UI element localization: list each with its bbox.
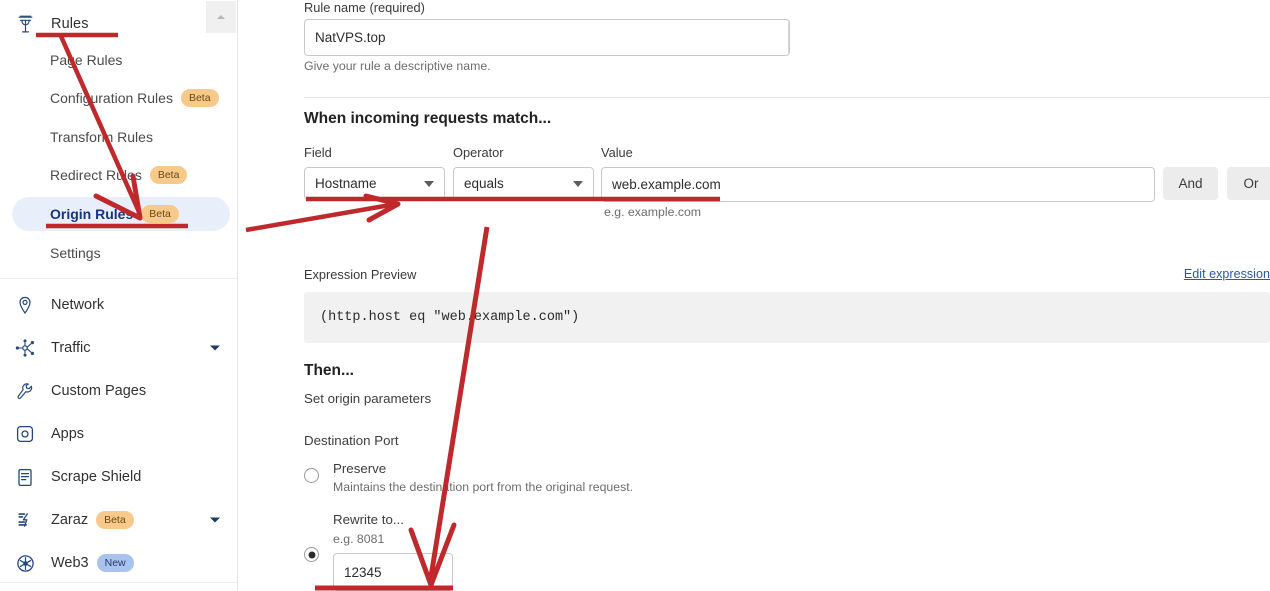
sidebar-item-custom-pages[interactable]: Custom Pages (0, 374, 237, 408)
edit-expression-link[interactable]: Edit expression (1184, 267, 1270, 281)
and-button[interactable]: And (1163, 167, 1218, 200)
sidebar-item-label: Zaraz (51, 512, 89, 528)
new-badge: New (96, 553, 134, 573)
preserve-radio[interactable] (304, 468, 319, 483)
rule-name-divider (788, 22, 789, 54)
preserve-label: Preserve (333, 461, 387, 476)
value-input[interactable] (601, 167, 1155, 202)
then-section-subtitle: Set origin parameters (304, 391, 432, 406)
chevron-down-icon[interactable] (210, 345, 220, 351)
field-select-value: Hostname (315, 176, 377, 191)
beta-badge: Beta (149, 165, 188, 185)
document-icon (12, 468, 38, 487)
expression-code: (http.host eq "web.example.com") (320, 310, 580, 325)
share-nodes-icon (12, 339, 38, 357)
sidebar-item-label: Network (51, 297, 105, 313)
expression-preview-box: (http.host eq "web.example.com") (304, 292, 1270, 343)
rule-name-label: Rule name (required) (304, 0, 425, 15)
sidebar-item-network[interactable]: Network (0, 288, 237, 322)
value-helper: e.g. example.com (604, 205, 702, 219)
sidebar-item-label: Origin Rules (50, 206, 134, 222)
chevron-down-icon (424, 180, 434, 187)
web3-icon (12, 554, 38, 573)
sidebar-item-label: Apps (51, 426, 85, 442)
value-label: Value (601, 145, 633, 160)
sidebar-header-label: Rules (51, 16, 89, 32)
preserve-description: Maintains the destination port from the … (333, 480, 634, 494)
sidebar-item-label: Custom Pages (51, 383, 147, 399)
section-divider-1 (304, 97, 1270, 98)
sidebar-item-label: Web3 (51, 555, 89, 571)
field-label: Field (304, 145, 332, 160)
zaraz-icon (12, 511, 38, 529)
sidebar-item-zaraz[interactable]: Zaraz Beta (0, 503, 237, 537)
destination-port-label: Destination Port (304, 433, 399, 448)
beta-badge: Beta (141, 204, 179, 224)
sidebar-item-label: Redirect Rules (50, 167, 142, 183)
field-select[interactable]: Hostname (304, 167, 445, 200)
rewrite-radio[interactable] (304, 547, 319, 562)
sidebar-item-label: Transform Rules (50, 129, 153, 145)
sidebar-item-page-rules[interactable]: Page Rules (12, 43, 230, 77)
sidebar-item-transform-rules[interactable]: Transform Rules (12, 120, 230, 154)
sidebar-item-label: Configuration Rules (50, 90, 173, 106)
app-root: Rules Page Rules Configuration Rules Bet… (0, 0, 1270, 591)
rewrite-helper: e.g. 8081 (333, 532, 385, 546)
then-section-title: Then... (304, 362, 354, 379)
sidebar-item-redirect-rules[interactable]: Redirect Rules Beta (12, 158, 230, 192)
rule-name-input[interactable] (304, 19, 790, 56)
sidebar-item-web3[interactable]: Web3 New (0, 546, 237, 580)
sidebar-item-label: Settings (50, 245, 101, 261)
sidebar-divider (0, 278, 237, 279)
sidebar-scroll-up-button[interactable] (206, 1, 236, 33)
beta-badge: Beta (180, 88, 219, 108)
expression-preview-label: Expression Preview (304, 267, 417, 282)
wrench-icon (12, 382, 38, 401)
operator-select-value: equals (464, 176, 504, 191)
chevron-up-icon (217, 15, 225, 19)
sidebar-divider-bottom (0, 582, 237, 583)
main-content: Rule name (required) Give your rule a de… (238, 0, 1270, 591)
funnel-icon (12, 15, 38, 34)
operator-label: Operator (453, 145, 504, 160)
match-section-title: When incoming requests match... (304, 110, 552, 127)
app-square-icon (12, 425, 38, 443)
chevron-down-icon (573, 180, 583, 187)
sidebar-item-label: Scrape Shield (51, 469, 142, 485)
sidebar-item-configuration-rules[interactable]: Configuration Rules Beta (12, 81, 230, 115)
rewrite-port-input[interactable] (333, 553, 453, 591)
sidebar: Rules Page Rules Configuration Rules Bet… (0, 0, 238, 591)
sidebar-item-origin-rules[interactable]: Origin Rules Beta (12, 197, 230, 231)
sidebar-item-traffic[interactable]: Traffic (0, 331, 237, 365)
chevron-down-icon[interactable] (210, 517, 220, 523)
sidebar-item-settings[interactable]: Settings (12, 236, 230, 270)
sidebar-item-scrape-shield[interactable]: Scrape Shield (0, 460, 237, 494)
sidebar-header-rules[interactable]: Rules (0, 8, 237, 40)
operator-select[interactable]: equals (453, 167, 594, 200)
sidebar-item-apps[interactable]: Apps (0, 417, 237, 451)
rule-name-helper: Give your rule a descriptive name. (304, 59, 491, 73)
sidebar-item-label: Traffic (51, 340, 91, 356)
sidebar-item-label: Page Rules (50, 52, 123, 68)
beta-badge: Beta (96, 510, 134, 530)
or-button[interactable]: Or (1227, 167, 1270, 200)
location-pin-icon (12, 296, 38, 315)
rewrite-label: Rewrite to... (333, 512, 404, 527)
